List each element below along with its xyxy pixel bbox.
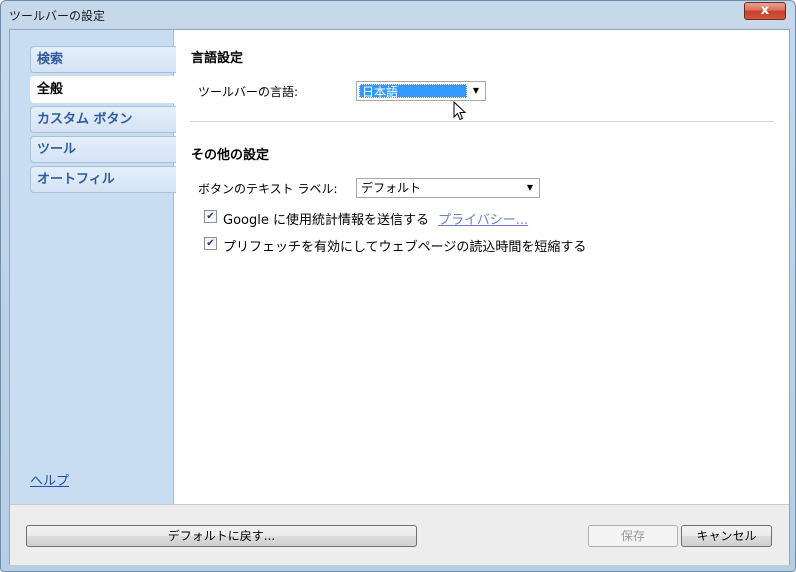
title-bar: ツールバーの設定 x — [1, 1, 795, 27]
section-divider — [190, 121, 774, 122]
sidebar-item-custom-buttons[interactable]: カスタム ボタン — [30, 106, 176, 133]
button-bar: デフォルトに戻す... 保存 キャンセル — [10, 504, 789, 565]
sidebar: 検索 全般 カスタム ボタン ツール オートフィル ヘルプ — [10, 30, 177, 504]
prefetch-checkbox[interactable]: ✔ — [204, 237, 217, 250]
help-link[interactable]: ヘルプ — [30, 470, 69, 489]
reset-defaults-button[interactable]: デフォルトに戻す... — [26, 525, 417, 547]
stats-checkbox[interactable]: ✔ — [204, 210, 217, 223]
other-section-heading: その他の設定 — [191, 148, 270, 163]
toolbar-language-label: ツールバーの言語: — [198, 85, 299, 99]
button-text-select[interactable]: デフォルト ▼ — [356, 178, 540, 198]
sidebar-item-general[interactable]: 全般 — [30, 76, 177, 103]
language-select-value: 日本語 — [359, 84, 467, 99]
sidebar-item-autofill[interactable]: オートフィル — [30, 166, 176, 193]
language-select[interactable]: 日本語 ▼ — [356, 81, 486, 101]
privacy-link[interactable]: プライバシー... — [438, 209, 528, 228]
stats-checkbox-label: Google に使用統計情報を送信する — [223, 213, 429, 228]
settings-content: 言語設定 ツールバーの言語: 日本語 ▼ その他の設定 ボタンのテキスト ラベル… — [174, 30, 790, 504]
language-section-heading: 言語設定 — [191, 51, 244, 66]
dialog-body: 検索 全般 カスタム ボタン ツール オートフィル ヘルプ 言語設定 ツールバー… — [9, 29, 790, 565]
button-text-select-value: デフォルト — [361, 181, 422, 195]
check-icon: ✔ — [206, 211, 215, 222]
check-icon: ✔ — [206, 238, 215, 249]
close-button[interactable]: x — [744, 2, 786, 20]
save-button[interactable]: 保存 — [588, 525, 678, 547]
window-title: ツールバーの設定 — [9, 9, 106, 23]
chevron-down-icon: ▼ — [526, 183, 534, 192]
sidebar-item-search[interactable]: 検索 — [30, 46, 176, 73]
chevron-down-icon: ▼ — [472, 86, 480, 95]
sidebar-item-tools[interactable]: ツール — [30, 136, 176, 163]
button-text-label: ボタンのテキスト ラベル: — [198, 182, 338, 196]
prefetch-checkbox-label: プリフェッチを有効にしてウェブページの読込時間を短縮する — [223, 240, 587, 255]
cancel-button[interactable]: キャンセル — [681, 525, 772, 547]
settings-window: ツールバーの設定 x 検索 全般 カスタム ボタン ツール オートフィル ヘルプ… — [0, 0, 796, 572]
mouse-pointer-icon — [453, 101, 467, 121]
